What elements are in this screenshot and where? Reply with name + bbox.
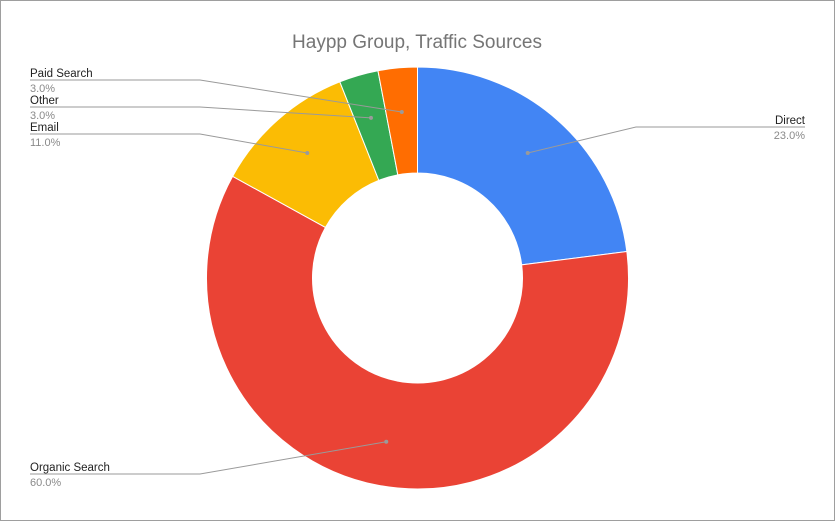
slice-label: Paid Search: [30, 68, 93, 80]
chart-title: Haypp Group, Traffic Sources: [292, 32, 542, 53]
slice-percent-label: 11.0%: [30, 137, 61, 149]
slice-percent-label: 23.0%: [774, 130, 805, 142]
slice-label: Direct: [775, 115, 806, 127]
slice-label: Other: [30, 95, 59, 107]
donut-chart: Haypp Group, Traffic Sources Direct 23.0%…: [30, 32, 806, 490]
slice-percent-label: 3.0%: [30, 83, 55, 95]
slice-direct[interactable]: [417, 66, 628, 266]
slice-percent-label: 3.0%: [30, 110, 55, 122]
slice-percent-label: 60.0%: [30, 477, 61, 489]
slice-label: Organic Search: [30, 462, 110, 474]
slice-label: Email: [30, 122, 59, 134]
slices-group: [206, 66, 629, 490]
